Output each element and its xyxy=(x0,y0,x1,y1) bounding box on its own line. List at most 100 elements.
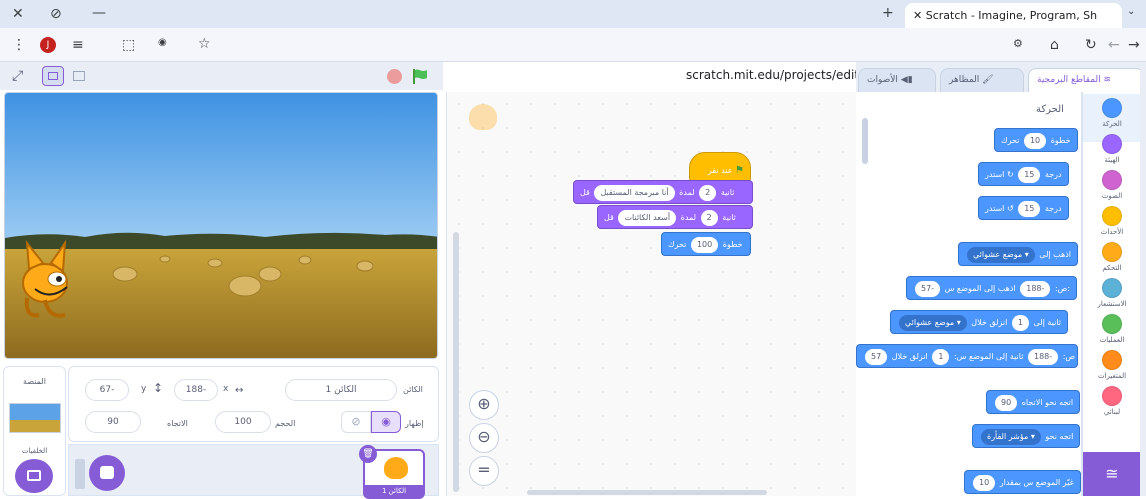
reload-icon[interactable]: ↻ xyxy=(1085,38,1097,52)
fullscreen-icon[interactable]: ⤢ xyxy=(12,69,23,83)
pb1-input[interactable]: 15 xyxy=(1018,166,1041,183)
pb4-x-input[interactable]: 188- xyxy=(1020,280,1051,297)
pb3-dropdown[interactable]: موضع عشوائي ▾ xyxy=(967,246,1035,263)
backdrop-thumbnail[interactable] xyxy=(9,403,61,433)
tab-costumes-label: المظاهر xyxy=(949,75,980,85)
tab-costumes[interactable]: المظاهر 🖌 xyxy=(940,68,1024,92)
pb4-y-input[interactable]: 57- xyxy=(915,280,941,297)
show-visible-icon[interactable]: ◉ xyxy=(371,411,401,433)
pb0-suffix: خطوة xyxy=(1050,136,1071,145)
when-flag-clicked-block[interactable]: عند نقر ⚑ xyxy=(689,152,751,182)
page-scrollbar[interactable] xyxy=(1140,62,1146,496)
category-my-blocks[interactable]: لبنائي xyxy=(1083,382,1141,430)
large-stage-button[interactable] xyxy=(68,66,90,86)
say2-mid: لمدة xyxy=(680,213,697,222)
pb6-secs-input[interactable]: 1 xyxy=(932,348,950,365)
y-input[interactable]: 67- xyxy=(85,379,129,401)
zoom-in-button[interactable]: ⊕ xyxy=(469,390,499,420)
palette-point-direction-block[interactable]: 90 اتجه نحو الاتجاه xyxy=(986,390,1081,414)
palette-goto-xy-block[interactable]: 57- ص: 188- اذهب إلى الموضع س: xyxy=(906,276,1078,300)
pb4-text: اذهب إلى الموضع س: xyxy=(944,284,1071,293)
say1-prefix: قل xyxy=(580,188,590,197)
sprite-name-input[interactable]: الكائن 1 xyxy=(285,379,397,401)
palette-goto-random-block[interactable]: موضع عشوائي ▾ اذهب إلى xyxy=(958,242,1079,266)
zoom-reset-button[interactable]: = xyxy=(469,456,499,486)
extensions-icon[interactable]: ⬚ xyxy=(122,38,135,52)
pb7-text: اتجه نحو الاتجاه xyxy=(1021,398,1074,407)
pb6-x-input[interactable]: 188- xyxy=(1028,348,1059,365)
choose-sprite-button[interactable] xyxy=(89,455,125,491)
sprite-list-scrollbar[interactable] xyxy=(75,459,85,489)
say-for-block-2[interactable]: ثانية 2 لمدة أسعد الكائنات قل xyxy=(597,205,753,229)
site-settings-icon[interactable]: ⚙ xyxy=(1013,38,1023,49)
move-steps-input[interactable]: 100 xyxy=(690,236,719,253)
say2-text-input[interactable]: أسعد الكائنات xyxy=(618,209,677,226)
say1-secs-input[interactable]: 2 xyxy=(699,184,717,201)
pb5-input[interactable]: 1 xyxy=(1011,314,1029,331)
pb9-input[interactable]: 10 xyxy=(973,474,996,491)
stop-icon[interactable] xyxy=(387,69,402,84)
show-hidden-icon[interactable]: ⊘ xyxy=(341,411,371,433)
palette-turn-right-block[interactable]: درجة 15 ↻ استدر xyxy=(978,162,1069,186)
tab-code[interactable]: المقاطع البرمجية ≋ xyxy=(1028,68,1144,92)
pb0-input[interactable]: 10 xyxy=(1023,132,1047,149)
palette-turn-left-block[interactable]: درجة 15 ↺ استدر xyxy=(978,196,1069,220)
close-icon[interactable]: ✕ xyxy=(12,7,24,21)
pb6-y-input[interactable]: 57 xyxy=(865,348,888,365)
code-vertical-scrollbar[interactable] xyxy=(453,232,459,492)
category-operators-label: العمليات xyxy=(1099,336,1125,344)
extensions-button[interactable]: ≅ xyxy=(1083,452,1141,496)
say2-secs-input[interactable]: 2 xyxy=(700,209,718,226)
back-icon[interactable]: ← xyxy=(1108,38,1120,52)
reading-list-icon[interactable]: ≡ xyxy=(72,38,84,52)
code-horizontal-scrollbar[interactable] xyxy=(527,490,767,495)
profile-avatar[interactable]: J xyxy=(40,37,56,53)
x-input[interactable]: 188- xyxy=(174,379,218,401)
delete-sprite-icon[interactable]: 🗑 xyxy=(359,445,377,463)
palette-glide-xy-block[interactable]: 57 ص: 188- ثانية إلى الموضع س: 1 انزلق خ… xyxy=(856,344,1078,368)
tab-close-icon[interactable]: ✕ xyxy=(913,9,922,22)
pb5-dropdown[interactable]: موضع عشوائي ▾ xyxy=(899,314,967,331)
new-tab-icon[interactable]: + xyxy=(882,6,894,20)
code-workspace[interactable]: عند نقر ⚑ ثانية 2 لمدة أنا مبرمجة المستق… xyxy=(446,92,856,496)
lens-icon[interactable]: ◉ xyxy=(158,38,167,48)
size-input[interactable]: 100 xyxy=(215,411,271,433)
pb2-suffix: درجة xyxy=(1044,204,1062,213)
say1-text-input[interactable]: أنا مبرمجة المستقبل xyxy=(594,184,675,201)
move-steps-block[interactable]: خطوة 100 تحرك xyxy=(661,232,751,256)
category-looks-label: الهيئة xyxy=(1104,156,1120,164)
move-prefix: تحرك xyxy=(668,240,687,249)
palette-move-block[interactable]: خطوة 10 تحرك xyxy=(994,128,1078,152)
cat-thumbnail-icon xyxy=(384,457,408,479)
say-for-block-1[interactable]: ثانية 2 لمدة أنا مبرمجة المستقبل قل xyxy=(573,180,753,204)
menu-icon[interactable]: ⋮ xyxy=(12,38,26,52)
pb8-dropdown[interactable]: مؤشر الفأرة ▾ xyxy=(981,428,1041,445)
stage-canvas[interactable] xyxy=(4,92,438,359)
record-icon[interactable]: ⊘ xyxy=(50,7,62,21)
active-tab[interactable]: ✕ Scratch - Imagine, Program, Sh xyxy=(905,3,1122,28)
direction-input[interactable]: 90 xyxy=(85,411,141,433)
zoom-in-icon: ⊕ xyxy=(477,394,491,413)
minimize-icon[interactable]: — xyxy=(92,6,106,20)
bookmark-star-icon[interactable]: ☆ xyxy=(198,37,211,51)
green-flag-icon[interactable] xyxy=(411,67,429,85)
palette-glide-random-block[interactable]: موضع عشوائي ▾ ثانية إلى 1 انزلق خلال xyxy=(890,310,1068,334)
palette-point-towards-block[interactable]: مؤشر الفأرة ▾ اتجه نحو xyxy=(972,424,1081,448)
small-stage-button[interactable] xyxy=(42,66,64,86)
pb6-mid2: ص: xyxy=(1062,352,1076,361)
zoom-out-button[interactable]: ⊖ xyxy=(469,423,499,453)
choose-backdrop-button[interactable] xyxy=(15,459,53,493)
palette-change-x-block[interactable]: 10 غيّر الموضع س بمقدار xyxy=(964,470,1081,494)
forward-icon[interactable]: → xyxy=(1128,38,1140,52)
home-icon[interactable]: ⌂ xyxy=(1050,38,1059,52)
stage-selector-panel[interactable]: المنصة الخلفيات xyxy=(3,366,66,496)
palette-scrollbar[interactable] xyxy=(862,118,868,164)
pb2-input[interactable]: 15 xyxy=(1018,200,1041,217)
pb7-input[interactable]: 90 xyxy=(995,394,1018,411)
tab-list-icon[interactable]: ⌄ xyxy=(1127,7,1135,17)
zoom-out-icon: ⊖ xyxy=(477,427,491,446)
tab-sounds[interactable]: الأصوات ◀▮ xyxy=(858,68,936,92)
pb6-text: انزلق خلال xyxy=(891,352,928,361)
say1-suffix: ثانية xyxy=(720,188,735,197)
large-stage-icon xyxy=(73,71,85,81)
